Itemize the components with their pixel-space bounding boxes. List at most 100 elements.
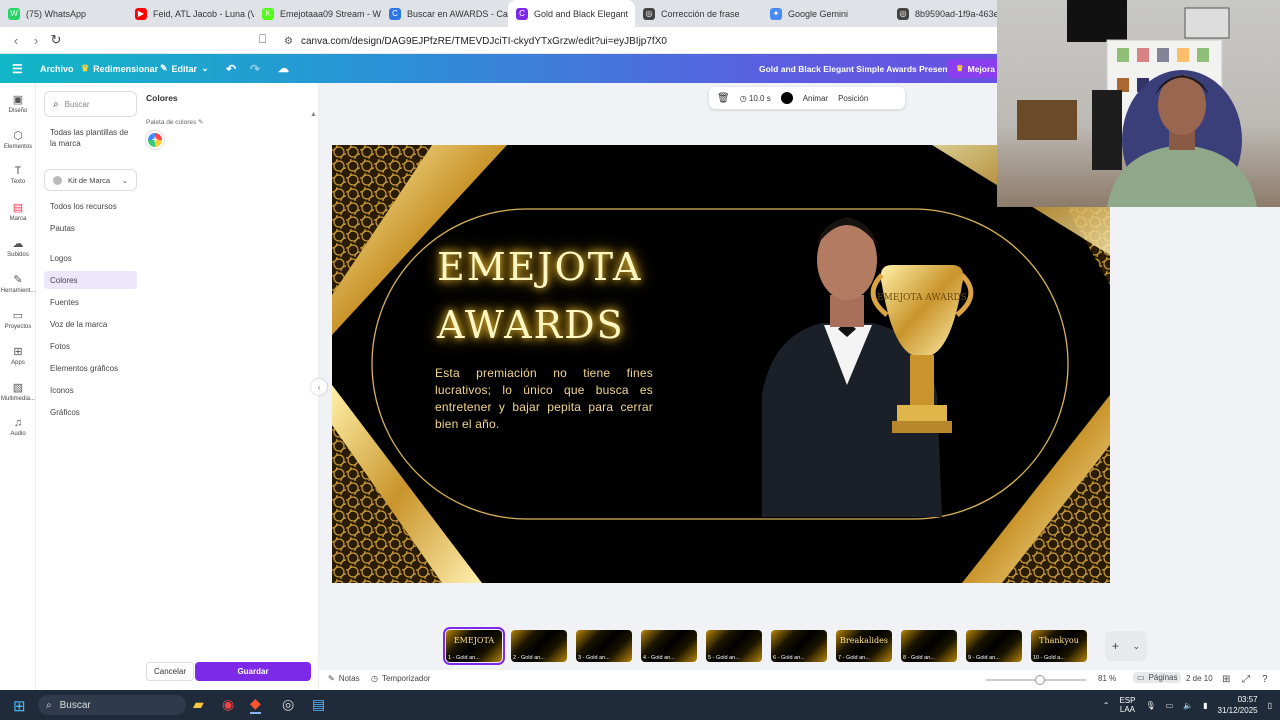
rail-item[interactable]: ♫ Audio <box>0 417 36 437</box>
slide-body-text[interactable]: Esta premiación no tiene fines lucrativo… <box>435 365 653 433</box>
language-indicator[interactable]: ESP LAA <box>1119 696 1135 714</box>
file-explorer-icon[interactable]: ▰ <box>193 696 204 713</box>
browser-tab[interactable]: ✦ Google Gemini <box>762 0 889 27</box>
slide-canvas[interactable]: EMEJOTA AWARDS EMEJOTA AWARDS Esta premi… <box>332 145 1110 583</box>
rail-item[interactable]: ☁ Subidos <box>0 237 36 258</box>
slide-title-line2[interactable]: AWARDS <box>437 303 623 347</box>
page-thumbnail[interactable]: 2 - Gold an... <box>511 630 567 662</box>
rail-item[interactable]: ⬡ Elementos <box>0 129 36 150</box>
page-thumbnail[interactable]: 4 - Gold an... <box>641 630 697 662</box>
archivo-label: Archivo <box>40 63 74 74</box>
notes-button[interactable]: ✎ Notas <box>328 674 360 683</box>
search-icon: ⌕ <box>46 699 52 711</box>
browser-tab[interactable]: ◎ Corrección de frase <box>635 0 762 27</box>
url-field[interactable]: ⚙ canva.com/design/DAG9EJPfzRE/TMEVDJciT… <box>284 32 984 50</box>
position-button[interactable]: Posición <box>838 94 868 103</box>
network-icon[interactable]: ▭ <box>1166 701 1174 710</box>
color-picker-swatch[interactable] <box>780 92 793 104</box>
brand-nav-item[interactable]: Elementos gráficos <box>50 364 118 373</box>
page-thumbnail[interactable]: Thankyou 10 - Gold a... <box>1031 630 1087 662</box>
panel-scroll-up-icon[interactable]: ▲ <box>310 111 317 118</box>
notification-icon[interactable]: ▯ <box>1268 701 1272 710</box>
redo-icon[interactable]: ↷ <box>250 54 260 83</box>
page-thumbnail[interactable]: Breakalides 7 - Gold an... <box>836 630 892 662</box>
rail-item[interactable]: T Texto <box>0 165 36 185</box>
tray-chevron-icon[interactable]: ⌃ <box>1103 701 1110 710</box>
add-color-swatch[interactable]: + <box>146 131 164 149</box>
notepad-icon[interactable]: ▤ <box>312 696 325 713</box>
edit-pencil-icon[interactable]: ✎ <box>198 119 203 126</box>
archivo-button[interactable]: Archivo <box>40 54 74 83</box>
brand-templates-link[interactable]: Todas las plantillas de la marca <box>50 127 140 149</box>
tab-favicon-icon: W <box>8 7 20 20</box>
pages-button[interactable]: ▭ Páginas <box>1133 672 1182 683</box>
rail-label: Apps <box>11 360 25 366</box>
grid-view-icon[interactable]: ⊞ <box>1222 674 1230 685</box>
page-thumbnail[interactable]: EMEJOTA 1 - Gold an... <box>443 627 505 665</box>
rail-item[interactable]: ▧ Multimedia... <box>0 381 36 402</box>
tab-favicon-icon: C <box>516 7 528 20</box>
panel-search-input[interactable]: ⌕ Buscar <box>44 91 137 117</box>
brand-kit-select[interactable]: Kit de Marca ⌄ <box>44 169 137 191</box>
browser-tab[interactable]: ▶ Feid, ATL Jacob - Luna (Vi <box>127 0 254 27</box>
help-icon[interactable]: ? <box>1262 674 1268 685</box>
browser-tab[interactable]: W (75) WhatsApp <box>0 0 127 27</box>
page-thumbnail[interactable]: 6 - Gold an... <box>771 630 827 662</box>
rail-item[interactable]: ▤ Marca <box>0 201 36 222</box>
slide-title-line1[interactable]: EMEJOTA <box>437 245 640 289</box>
rail-item[interactable]: ▭ Proyectos <box>0 309 36 330</box>
trash-icon[interactable]: 🗑 <box>717 93 730 104</box>
save-button[interactable]: Guardar <box>195 662 311 681</box>
obs-icon[interactable]: ◎ <box>282 696 294 713</box>
brand-nav-item[interactable]: Todos los recursos <box>50 202 117 211</box>
redimensionar-button[interactable]: ♛ Redimensionar <box>81 54 158 83</box>
mic-icon[interactable]: 🎙 <box>1145 701 1155 710</box>
page-thumbnail[interactable]: 9 - Gold an... <box>966 630 1022 662</box>
page-thumbnail[interactable]: 8 - Gold an... <box>901 630 957 662</box>
brave-icon[interactable]: ◆ <box>250 695 261 714</box>
windows-start-icon[interactable]: ⊞ <box>13 697 26 715</box>
site-info-icon[interactable]: ⚙ <box>284 36 293 47</box>
battery-icon[interactable]: ▮ <box>1203 701 1207 710</box>
menu-icon[interactable]: ☰ <box>12 54 23 83</box>
back-icon[interactable]: ‹ <box>6 33 26 48</box>
brand-nav-item[interactable]: Fotos <box>50 342 70 351</box>
animate-button[interactable]: Animar <box>803 94 828 103</box>
chevron-down-icon[interactable]: ⌄ <box>1133 641 1141 652</box>
rail-item[interactable]: ⊞ Apps <box>0 345 36 366</box>
cloud-save-icon[interactable]: ☁ <box>278 54 289 83</box>
brand-nav-item[interactable]: Iconos <box>50 386 74 395</box>
duration-button[interactable]: ◷ 10.0 s <box>740 94 771 103</box>
timer-button[interactable]: ◷ Temporizador <box>371 674 430 683</box>
rail-item[interactable]: ✎ Herramient... <box>0 273 36 294</box>
zoom-slider-knob[interactable] <box>1035 675 1045 685</box>
brand-nav-item[interactable]: Gráficos <box>50 408 80 417</box>
fullscreen-icon[interactable]: ⤢ <box>1242 674 1250 685</box>
editar-button[interactable]: ✎ Editar ⌄ <box>160 54 209 83</box>
page-thumbnail[interactable]: 3 - Gold an... <box>576 630 632 662</box>
volume-icon[interactable]: 🔈 <box>1183 701 1193 710</box>
design-title[interactable]: Gold and Black Elegant Simple Awards Pre… <box>759 54 971 83</box>
browser-tab[interactable]: K Emejotaaa09 Stream - Wat <box>254 0 381 27</box>
add-page-icon[interactable]: + <box>1112 639 1119 653</box>
page-thumbnail[interactable]: 5 - Gold an... <box>706 630 762 662</box>
brand-nav-item[interactable]: Colores <box>44 271 137 289</box>
clock[interactable]: 03:57 31/12/2025 <box>1218 694 1258 716</box>
reload-icon[interactable]: ↻ <box>46 32 66 48</box>
browser-tab[interactable]: C Buscar en AWARDS - Canv <box>381 0 508 27</box>
taskbar-search[interactable]: ⌕ Buscar <box>38 695 186 715</box>
collapse-panel-button[interactable]: ‹ <box>311 379 327 395</box>
bookmark-icon[interactable]: ⎕ <box>259 32 266 47</box>
forward-icon[interactable]: › <box>26 33 46 48</box>
browser-tab[interactable]: CGold and Black Elegant× <box>508 0 635 27</box>
brand-nav-item[interactable]: Logos <box>50 254 72 263</box>
chrome-icon[interactable]: ◉ <box>222 696 234 713</box>
cancel-button[interactable]: Cancelar <box>146 662 194 681</box>
undo-icon[interactable]: ↶ <box>226 54 236 83</box>
brand-nav-item[interactable]: Fuentes <box>50 298 79 307</box>
brand-nav-item[interactable]: Voz de la marca <box>50 320 107 329</box>
brand-nav-item[interactable]: Pautas <box>50 224 75 233</box>
tab-title: 8b9590ad-1f9a-463e-b <box>915 8 1007 19</box>
rail-item[interactable]: ▣ Diseño <box>0 93 36 114</box>
zoom-value[interactable]: 81 % <box>1098 674 1116 683</box>
